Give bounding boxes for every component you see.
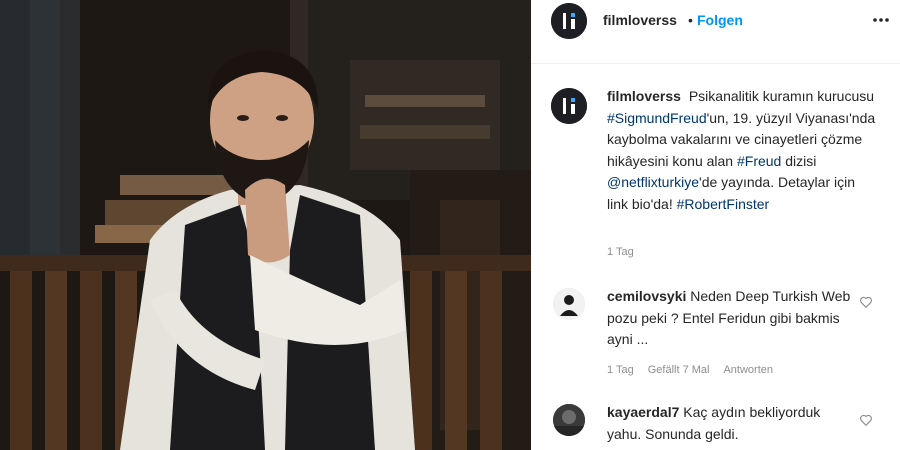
comment-avatar[interactable]: [553, 404, 585, 436]
more-options-icon[interactable]: [871, 10, 891, 30]
hashtag-link[interactable]: #Freud: [737, 153, 781, 169]
comment-timestamp[interactable]: 1 Tag: [607, 364, 634, 376]
header-avatar[interactable]: [551, 3, 587, 39]
heart-outline-icon[interactable]: [859, 295, 873, 309]
comment-body: kayaerdal7 Kaç aydın bekliyorduk yahu. S…: [607, 402, 857, 445]
caption-text: dizisi: [781, 152, 817, 169]
user-photo-icon: [553, 288, 585, 320]
comment-username[interactable]: cemilovsyki: [607, 288, 686, 304]
caption-avatar[interactable]: [551, 88, 587, 124]
caption-username[interactable]: filmloverss: [607, 88, 681, 104]
caption-timestamp[interactable]: 1 Tag: [607, 246, 634, 258]
mention-link[interactable]: @netflixturkiye: [607, 174, 699, 190]
user-photo-icon: [553, 404, 585, 436]
follow-button[interactable]: Folgen: [697, 12, 743, 28]
header-username[interactable]: filmloverss: [603, 12, 677, 28]
post-side-panel: filmloverss • Folgen filmloverss Psikana…: [531, 0, 900, 450]
film-logo-icon: [551, 88, 587, 124]
post-photo-image: [0, 0, 531, 450]
comment-username[interactable]: kayaerdal7: [607, 404, 679, 420]
comment-meta: 1 Tag Gefällt 7 Mal Antworten: [607, 364, 773, 376]
hashtag-link[interactable]: #SigmundFreud: [607, 110, 707, 126]
caption-text: Psikanalitik kuramın kurucusu: [688, 88, 875, 104]
post-caption: filmloverss Psikanalitik kuramın kurucus…: [607, 86, 877, 216]
header-separator: •: [688, 12, 693, 28]
post-header: filmloverss • Folgen: [531, 0, 900, 64]
heart-outline-icon[interactable]: [859, 413, 873, 427]
hashtag-link[interactable]: #RobertFinster: [677, 196, 770, 212]
comment-body: cemilovsyki Neden Deep Turkish Web pozu …: [607, 286, 857, 351]
comment-avatar[interactable]: [553, 288, 585, 320]
comment-likes[interactable]: Gefällt 7 Mal: [648, 364, 710, 376]
post-photo[interactable]: [0, 0, 531, 450]
film-logo-icon: [551, 3, 587, 39]
reply-button[interactable]: Antworten: [723, 364, 773, 376]
